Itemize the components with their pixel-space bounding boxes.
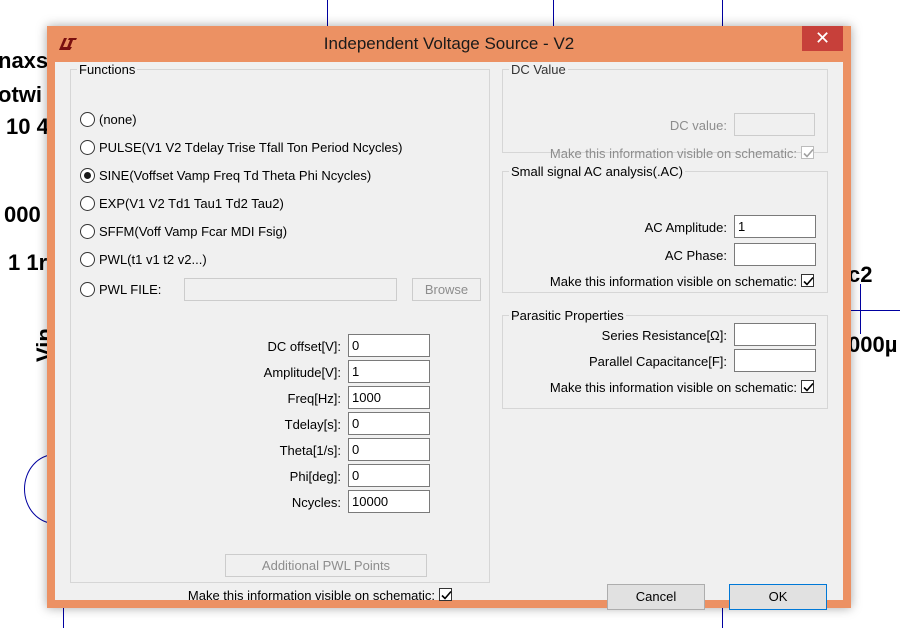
param-dc-offset-label: DC offset[V]:: [267, 339, 341, 354]
radio-selected-dot: [84, 172, 91, 179]
ac-analysis-legend: Small signal AC analysis(.AC): [509, 164, 685, 179]
param-freq-input[interactable]: 1000: [348, 386, 430, 409]
schematic-label: otwi: [0, 82, 42, 107]
pwl-file-input[interactable]: [184, 278, 397, 301]
voltage-source-dialog: Independent Voltage Source - V2 ✕ Functi…: [47, 26, 851, 610]
radio-pulse-label[interactable]: PULSE(V1 V2 Tdelay Trise Tfall Ton Perio…: [99, 140, 402, 155]
schematic-wire: [722, 608, 723, 628]
schematic-wire: [722, 0, 723, 26]
functions-visible-checkbox[interactable]: [439, 588, 452, 601]
schematic-label: 000: [4, 202, 41, 227]
radio-exp-label[interactable]: EXP(V1 V2 Td1 Tau1 Td2 Tau2): [99, 196, 284, 211]
radio-sffm[interactable]: [80, 224, 95, 239]
param-amplitude-label: Amplitude[V]:: [263, 365, 341, 380]
schematic-label: 000µ: [848, 332, 898, 357]
ac-visible-label: Make this information visible on schemat…: [549, 274, 797, 289]
radio-pwl-label[interactable]: PWL(t1 v1 t2 v2...): [99, 252, 207, 267]
radio-pwl[interactable]: [80, 252, 95, 267]
ac-amplitude-input[interactable]: 1: [734, 215, 816, 238]
schematic-label: c2: [848, 262, 873, 287]
ac-visible-checkbox[interactable]: [801, 274, 814, 287]
schematic-wire: [860, 284, 861, 334]
ok-button[interactable]: OK: [729, 584, 827, 610]
param-phi-input[interactable]: 0: [348, 464, 430, 487]
param-freq-label: Freq[Hz]:: [287, 391, 341, 406]
radio-none-label[interactable]: (none): [99, 112, 137, 127]
checkmark-icon: [803, 276, 814, 286]
radio-sine-label[interactable]: SINE(Voffset Vamp Freq Td Theta Phi Ncyc…: [99, 168, 371, 183]
param-ncycles-label: Ncycles:: [291, 495, 341, 510]
schematic-label: 10 4: [6, 114, 49, 139]
checkmark-icon: [803, 148, 814, 158]
parasitic-legend: Parasitic Properties: [509, 308, 626, 323]
cancel-button[interactable]: Cancel: [607, 584, 705, 610]
parasitic-visible-checkbox[interactable]: [801, 380, 814, 393]
checkmark-icon: [441, 590, 452, 600]
radio-sine[interactable]: [80, 168, 95, 183]
title-bar[interactable]: Independent Voltage Source - V2 ✕: [47, 26, 851, 62]
dc-value-label: DC value:: [669, 118, 727, 133]
close-button[interactable]: ✕: [802, 26, 843, 51]
dialog-client-area: Functions (none) PULSE(V1 V2 Tdelay Tris…: [55, 62, 843, 610]
schematic-label: 1 1r: [8, 250, 48, 275]
param-amplitude-input[interactable]: 1: [348, 360, 430, 383]
schematic-wire: [851, 310, 900, 311]
parasitic-visible-label: Make this information visible on schemat…: [549, 380, 797, 395]
parallel-capacitance-label: Parallel Capacitance[F]:: [588, 354, 727, 369]
radio-sffm-label[interactable]: SFFM(Voff Vamp Fcar MDI Fsig): [99, 224, 287, 239]
series-resistance-input[interactable]: [734, 323, 816, 346]
param-tdelay-label: Tdelay[s]:: [284, 417, 341, 432]
param-theta-label: Theta[1/s]:: [279, 443, 341, 458]
functions-legend: Functions: [77, 62, 138, 77]
functions-visible-label: Make this information visible on schemat…: [187, 588, 435, 603]
dialog-title: Independent Voltage Source - V2: [323, 34, 575, 53]
schematic-label: naxs: [0, 48, 49, 73]
dc-value-input[interactable]: [734, 113, 815, 136]
browse-button[interactable]: Browse: [412, 278, 481, 301]
param-theta-input[interactable]: 0: [348, 438, 430, 461]
radio-none[interactable]: [80, 112, 95, 127]
schematic-wire: [327, 0, 328, 26]
radio-pwl-file[interactable]: [80, 282, 95, 297]
schematic-wire: [553, 0, 554, 26]
radio-exp[interactable]: [80, 196, 95, 211]
dc-visible-label: Make this information visible on schemat…: [549, 146, 797, 161]
additional-pwl-points-button[interactable]: Additional PWL Points: [225, 554, 427, 577]
dc-visible-checkbox[interactable]: [801, 146, 814, 159]
dc-value-legend: DC Value: [509, 62, 568, 77]
param-tdelay-input[interactable]: 0: [348, 412, 430, 435]
param-phi-label: Phi[deg]:: [289, 469, 341, 484]
dc-value-group: [502, 69, 828, 153]
radio-pwl-file-label[interactable]: PWL FILE:: [99, 282, 161, 297]
radio-pulse[interactable]: [80, 140, 95, 155]
series-resistance-label: Series Resistance[Ω]:: [601, 328, 727, 343]
param-dc-offset-input[interactable]: 0: [348, 334, 430, 357]
ac-phase-input[interactable]: [734, 243, 816, 266]
parallel-capacitance-input[interactable]: [734, 349, 816, 372]
ac-phase-label: AC Phase:: [664, 248, 727, 263]
checkmark-icon: [803, 382, 814, 392]
param-ncycles-input[interactable]: 10000: [348, 490, 430, 513]
schematic-wire: [63, 608, 64, 628]
ac-amplitude-label: AC Amplitude:: [644, 220, 727, 235]
